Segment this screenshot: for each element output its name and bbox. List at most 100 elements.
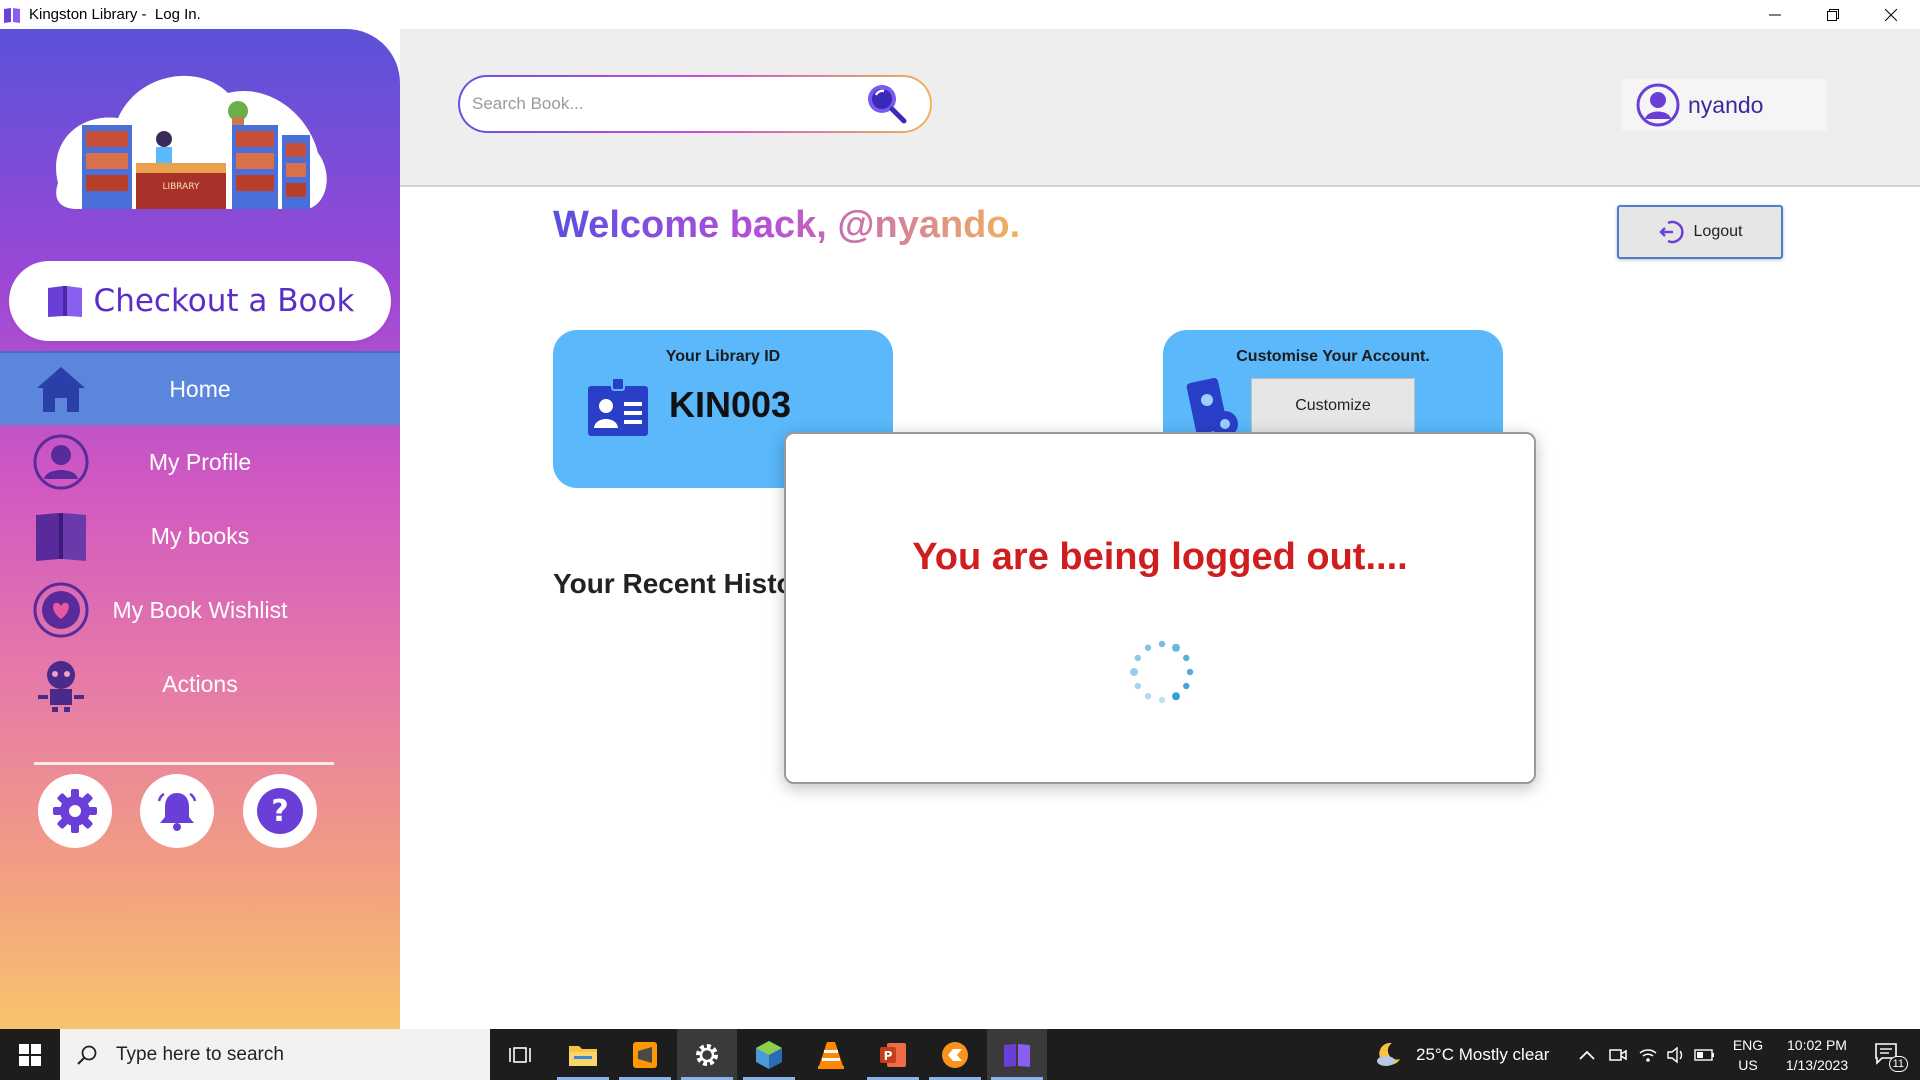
powerpoint-icon: P (880, 1042, 906, 1067)
task-view-button[interactable] (490, 1029, 550, 1080)
logout-dialog: You are being logged out.... (784, 432, 1536, 784)
checkout-book-button[interactable]: Checkout a Book (9, 261, 391, 341)
notification-center-button[interactable]: 11 (1864, 1029, 1914, 1080)
sidebar-item-my-books[interactable]: My books (0, 499, 400, 573)
customize-button[interactable]: Customize (1251, 378, 1415, 434)
sublime-text-icon (633, 1041, 657, 1068)
heart-icon (32, 581, 90, 639)
taskbar-app-orange[interactable] (925, 1029, 985, 1080)
battery-icon[interactable] (1694, 1048, 1716, 1062)
user-account-chip[interactable]: nyando (1622, 79, 1827, 131)
close-button[interactable] (1862, 0, 1920, 29)
avatar-icon (1636, 83, 1680, 127)
moon-cloud-icon (1377, 1042, 1400, 1066)
clock-time: 10:02 PM (1787, 1036, 1847, 1053)
orange-app-icon (942, 1041, 968, 1068)
search-box (458, 75, 932, 133)
weather-text: 25°C Mostly clear (1416, 1044, 1550, 1064)
sidebar-divider (34, 762, 334, 765)
windows-logo-icon (19, 1043, 41, 1066)
help-icon: ? (257, 788, 303, 834)
notifications-button[interactable] (140, 774, 214, 848)
bell-icon (157, 792, 197, 831)
svg-text:P: P (884, 1049, 893, 1063)
search-icon[interactable] (864, 81, 908, 125)
language-code: ENG (1732, 1036, 1764, 1053)
library-id-title: Your Library ID (665, 348, 781, 365)
svg-text:?: ? (271, 794, 288, 829)
welcome-heading: Welcome back, @nyando. (553, 204, 1021, 246)
restore-button[interactable] (1804, 0, 1862, 29)
spinner-dot (1144, 644, 1152, 651)
clock[interactable]: 10:02 PM 1/13/2023 (1772, 1029, 1862, 1080)
spinner-dot (1172, 692, 1180, 701)
gear-icon (696, 1043, 718, 1066)
taskbar-powerpoint[interactable]: P (863, 1029, 923, 1080)
library-sign: LIBRARY (162, 182, 200, 192)
spinner-dot (1183, 654, 1190, 662)
spinner-dot (1186, 668, 1194, 676)
robot-icon (32, 655, 90, 713)
close-icon (1885, 8, 1897, 21)
library-id-value: KIN003 (669, 384, 792, 425)
settings-button[interactable] (38, 774, 112, 848)
taskbar-sublime-text[interactable] (615, 1029, 675, 1080)
taskbar-settings[interactable] (677, 1029, 737, 1080)
spinner-dot (1158, 696, 1166, 704)
logout-icon (1658, 220, 1684, 244)
logout-label: Logout (1693, 223, 1743, 240)
sidebar-item-my-book-wishlist[interactable]: My Book Wishlist (0, 573, 400, 647)
taskbar-search[interactable]: Type here to search (60, 1029, 490, 1080)
notification-count-badge: 11 (1888, 1055, 1908, 1072)
library-illustration: LIBRARY (56, 75, 327, 209)
spinner-dot (1134, 682, 1141, 690)
spinner-dot (1144, 693, 1152, 700)
folder-icon (569, 1045, 597, 1066)
loading-spinner-icon (1130, 640, 1194, 704)
settings-icon (53, 789, 97, 833)
region-code: US (1738, 1056, 1758, 1073)
clock-date: 1/13/2023 (1785, 1056, 1849, 1073)
logout-button[interactable]: Logout (1617, 205, 1783, 259)
wifi-icon[interactable] (1638, 1046, 1658, 1064)
top-header: nyando (400, 29, 1920, 187)
id-badge-icon (588, 377, 648, 436)
minimize-button[interactable] (1746, 0, 1804, 29)
customize-card-title: Customise Your Account. (1236, 348, 1430, 365)
username: nyando (1688, 91, 1764, 118)
start-button[interactable] (0, 1029, 60, 1080)
taskbar-file-explorer[interactable] (553, 1029, 613, 1080)
system-tray-icons (1578, 1029, 1716, 1080)
cube-icon (756, 1040, 782, 1069)
task-view-icon (509, 1046, 531, 1063)
minimize-icon (1769, 14, 1781, 15)
sidebar-item-my-profile[interactable]: My Profile (0, 425, 400, 499)
logout-message: You are being logged out.... (912, 536, 1408, 578)
taskbar-kingston-library[interactable] (987, 1029, 1047, 1080)
spinner-dot (1158, 640, 1166, 648)
window-title: Kingston Library - Log In. (29, 6, 201, 23)
vlc-icon (818, 1041, 844, 1069)
taskbar-vlc[interactable] (801, 1029, 861, 1080)
language-indicator[interactable]: ENG US (1730, 1029, 1766, 1080)
book-icon (1004, 1043, 1030, 1067)
spinner-dot (1172, 643, 1180, 652)
search-input[interactable] (472, 94, 852, 114)
spinner-dot (1134, 654, 1141, 662)
chevron-up-icon[interactable] (1578, 1049, 1596, 1061)
book-icon (32, 507, 90, 565)
title-bar: Kingston Library - Log In. (0, 0, 1920, 29)
weather-widget[interactable]: 25°C Mostly clear (1374, 1029, 1549, 1080)
help-button[interactable]: ? (243, 774, 317, 848)
checkout-book-label: Checkout a Book (93, 283, 355, 319)
taskbar-box-app[interactable] (739, 1029, 799, 1080)
volume-icon[interactable] (1666, 1046, 1686, 1064)
spinner-dot (1130, 668, 1138, 676)
sidebar-item-actions[interactable]: Actions (0, 647, 400, 721)
meet-now-icon[interactable] (1608, 1046, 1628, 1064)
recent-history-title: Your Recent History (553, 568, 793, 599)
search-icon (77, 1045, 97, 1065)
sidebar-item-home[interactable]: Home (0, 351, 400, 425)
open-book-icon (47, 286, 82, 317)
app-book-icon (4, 7, 20, 23)
